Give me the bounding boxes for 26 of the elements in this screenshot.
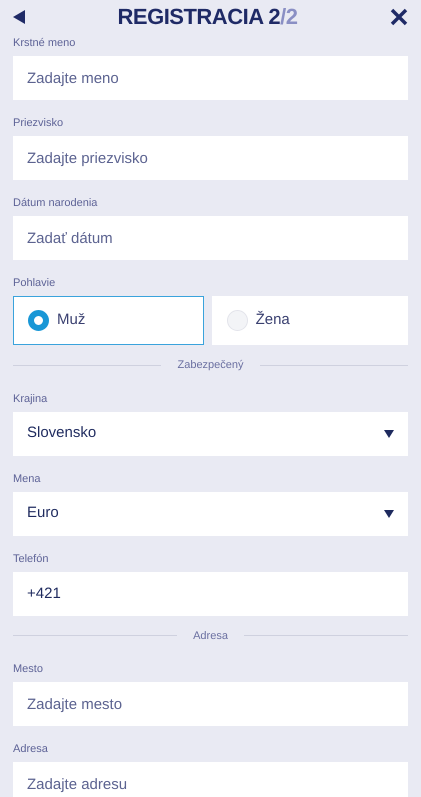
field-label: Krajina bbox=[13, 392, 48, 406]
dropdown[interactable]: Slovensko bbox=[13, 412, 408, 456]
close-icon[interactable] bbox=[390, 8, 408, 26]
section-label: Adresa bbox=[193, 628, 228, 644]
input-field[interactable]: Zadajte mesto bbox=[13, 682, 408, 726]
input-field[interactable]: Zadajte adresu bbox=[13, 762, 408, 797]
input-field[interactable]: Zadať dátum bbox=[13, 216, 408, 260]
input-field[interactable]: +421 bbox=[13, 572, 408, 616]
dropdown[interactable]: Euro bbox=[13, 492, 408, 536]
field-label: Priezvisko bbox=[13, 116, 64, 130]
field-label: Mesto bbox=[13, 662, 44, 676]
page-title: REGISTRACIA 2/2 bbox=[118, 6, 298, 28]
field-label: Mena bbox=[13, 472, 42, 486]
field-label: Dátum narodenia bbox=[13, 196, 98, 210]
radio-option[interactable]: Muž bbox=[13, 296, 204, 345]
caret-icon bbox=[384, 430, 394, 438]
field-label: Krstné meno bbox=[13, 36, 76, 50]
input-field[interactable]: Zadajte meno bbox=[13, 56, 408, 100]
input-field[interactable]: Zadajte priezvisko bbox=[13, 136, 408, 180]
field-label: Adresa bbox=[13, 742, 49, 756]
section-label: Zabezpečený bbox=[177, 358, 244, 373]
back-icon[interactable] bbox=[13, 10, 25, 24]
radio-option[interactable]: Žena bbox=[212, 296, 408, 345]
field-label: Telefón bbox=[13, 552, 50, 566]
caret-icon bbox=[384, 510, 394, 518]
field-label: Pohlavie bbox=[13, 276, 56, 290]
